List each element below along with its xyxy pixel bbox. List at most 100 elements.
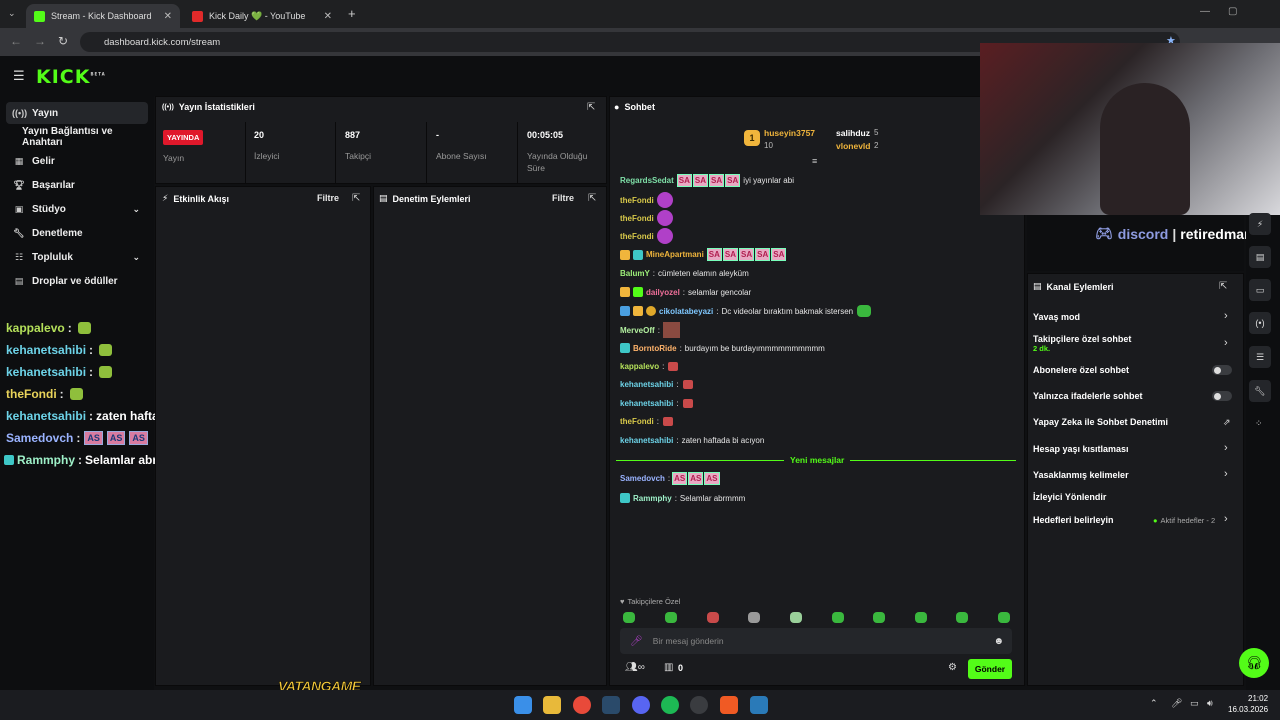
emote-only-toggle[interactable]	[1212, 391, 1232, 401]
chat-username[interactable]: Samedovch	[620, 474, 665, 483]
leader-name[interactable]: vlonevld	[836, 141, 870, 151]
chat-username[interactable]: kehanetsahibi	[620, 380, 673, 389]
set-goals-option[interactable]: Hedefleri belirleyin	[1033, 515, 1114, 525]
clock-time[interactable]: 21:02	[1248, 694, 1268, 703]
chevron-right-icon[interactable]: ›	[1224, 468, 1228, 480]
popout-icon[interactable]: ⇱	[587, 102, 595, 113]
chat-username[interactable]: MineApartmani	[646, 250, 704, 259]
document-tool-icon[interactable]: ▤	[1249, 246, 1271, 268]
quick-emote-icon[interactable]	[998, 612, 1010, 623]
moderation-filter-button[interactable]: Filtre	[552, 193, 574, 203]
sidebar-item-stream-key[interactable]: Yayın Bağlantısı ve Anahtarı	[6, 126, 148, 148]
chat-username[interactable]: theFondi	[620, 214, 654, 223]
close-tab-icon[interactable]: ✕	[324, 11, 332, 22]
quick-emote-icon[interactable]	[707, 612, 719, 623]
microphone-tray-icon[interactable]: 🎤︎	[1171, 698, 1182, 709]
tab-search-icon[interactable]: ⌄	[8, 8, 16, 19]
broadcast-tool-icon[interactable]: (•)	[1249, 312, 1271, 334]
minimize-icon[interactable]: —	[1200, 6, 1210, 17]
tray-chevron-icon[interactable]: ⌃	[1150, 698, 1158, 709]
chat-username[interactable]: theFondi	[620, 417, 654, 426]
close-tab-icon[interactable]: ✕	[164, 11, 172, 22]
chat-username[interactable]: RegardsSedat	[620, 176, 674, 185]
tab-youtube[interactable]: Kick Daily 💚 - YouTube ✕	[184, 4, 340, 28]
sidebar-item-topluluk[interactable]: ☷ Topluluk ⌄	[6, 246, 148, 268]
quick-emote-icon[interactable]	[748, 612, 760, 623]
reload-icon[interactable]: ↻	[58, 34, 68, 48]
chat-username[interactable]: theFondi	[620, 196, 654, 205]
popout-icon[interactable]: ⇱	[1219, 281, 1227, 292]
bolt-tool-icon[interactable]: ⚡︎	[1249, 213, 1271, 235]
chrome-icon[interactable]	[573, 696, 591, 714]
chat-username[interactable]: theFondi	[620, 232, 654, 241]
slow-mode-option[interactable]: Yavaş mod	[1033, 312, 1080, 322]
network-icon[interactable]: ▭	[1190, 698, 1199, 709]
volume-icon[interactable]: 🔊︎	[1207, 698, 1213, 709]
brave-icon[interactable]	[720, 696, 738, 714]
followers-only-chat-option[interactable]: Takipçilere özel sohbet	[1033, 334, 1131, 344]
wrench-tool-icon[interactable]: 🔧︎	[1249, 380, 1271, 402]
quick-emote-icon[interactable]	[665, 612, 677, 623]
new-tab-icon[interactable]: +	[348, 6, 356, 21]
store-icon[interactable]: ▥	[664, 662, 673, 673]
tab-kick-dashboard[interactable]: Stream - Kick Dashboard ✕	[26, 4, 180, 28]
quick-emote-icon[interactable]	[832, 612, 844, 623]
chat-settings-icon[interactable]: ⚙	[948, 662, 957, 673]
chat-username[interactable]: BorntoRide	[633, 344, 677, 353]
account-age-option[interactable]: Hesap yaşı kısıtlaması	[1033, 444, 1129, 454]
chat-username[interactable]: kehanetsahibi	[620, 436, 673, 445]
quick-emote-icon[interactable]	[873, 612, 885, 623]
sidebar-item-droplar[interactable]: ▤ Droplar ve ödüller	[6, 270, 148, 292]
collapse-icon[interactable]: ≡	[812, 156, 817, 166]
file-explorer-icon[interactable]	[543, 696, 561, 714]
popout-icon[interactable]: ⇱	[352, 193, 360, 204]
redirect-viewers-option[interactable]: İzleyici Yönlendir	[1033, 492, 1106, 502]
sidebar-item-denetleme[interactable]: 🔧︎ Denetleme	[6, 222, 148, 244]
sidebar-item-studyo[interactable]: ▣ Stüdyo ⌄	[6, 198, 148, 220]
sidebar-item-yayin[interactable]: ((•)) Yayın	[6, 102, 148, 124]
sidebar-item-gelir[interactable]: ▦ Gelir	[6, 150, 148, 172]
quick-emote-icon[interactable]	[915, 612, 927, 623]
list-tool-icon[interactable]: ☰	[1249, 346, 1271, 368]
microphone-icon[interactable]: 🎤︎	[630, 636, 643, 647]
chevron-right-icon[interactable]: ›	[1224, 337, 1228, 349]
popout-icon[interactable]: ⇱	[588, 193, 596, 204]
activity-filter-button[interactable]: Filtre	[317, 193, 339, 203]
windows-start-icon[interactable]	[514, 696, 532, 714]
sidebar-item-basarilar[interactable]: 🏆︎ Başarılar	[6, 174, 148, 196]
banned-words-option[interactable]: Yasaklanmış kelimeler	[1033, 470, 1129, 480]
leader-name[interactable]: huseyin3757	[764, 128, 815, 138]
chat-username[interactable]: kappalevo	[620, 362, 659, 371]
quick-emote-icon[interactable]	[956, 612, 968, 623]
ai-moderation-option[interactable]: Yapay Zeka ile Sohbet Denetimi	[1033, 417, 1168, 427]
send-button[interactable]: Gönder	[968, 659, 1012, 679]
chat-tool-icon[interactable]: ▭	[1249, 279, 1271, 301]
obs-icon[interactable]	[690, 696, 708, 714]
clock-date[interactable]: 16.03.2026	[1228, 705, 1268, 714]
chat-username[interactable]: dailyozel	[646, 288, 680, 297]
chat-username[interactable]: Rammphy	[633, 494, 672, 503]
support-chat-button[interactable]: 🎧︎	[1239, 648, 1269, 678]
discord-app-icon[interactable]	[632, 696, 650, 714]
app-icon[interactable]	[750, 696, 768, 714]
forward-icon[interactable]: →	[34, 34, 46, 48]
emoji-icon[interactable]: ☻	[993, 636, 1004, 647]
subscribers-only-toggle[interactable]	[1212, 365, 1232, 375]
leader-name[interactable]: salihduz	[836, 128, 870, 138]
chat-username[interactable]: BalumY	[620, 269, 650, 278]
chat-username[interactable]: cikolatabeyazi	[659, 307, 713, 316]
back-icon[interactable]: ←	[10, 34, 22, 48]
quick-emote-icon[interactable]	[623, 612, 635, 623]
user-infinity-icon[interactable]: 👥︎∞	[625, 662, 645, 673]
more-tools-icon[interactable]: ⁘	[1255, 418, 1263, 429]
chevron-right-icon[interactable]: ›	[1224, 442, 1228, 454]
external-link-icon[interactable]: ⇗	[1223, 417, 1231, 428]
chat-username[interactable]: MerveOff	[620, 326, 655, 335]
kick-logo[interactable]: KICKBETA	[36, 66, 106, 88]
quick-emote-icon[interactable]	[790, 612, 802, 623]
spotify-icon[interactable]	[661, 696, 679, 714]
restore-icon[interactable]: ▢	[1228, 6, 1237, 17]
steam-icon[interactable]	[602, 696, 620, 714]
hamburger-menu-icon[interactable]: ☰	[13, 68, 25, 84]
chevron-right-icon[interactable]: ›	[1224, 513, 1228, 525]
